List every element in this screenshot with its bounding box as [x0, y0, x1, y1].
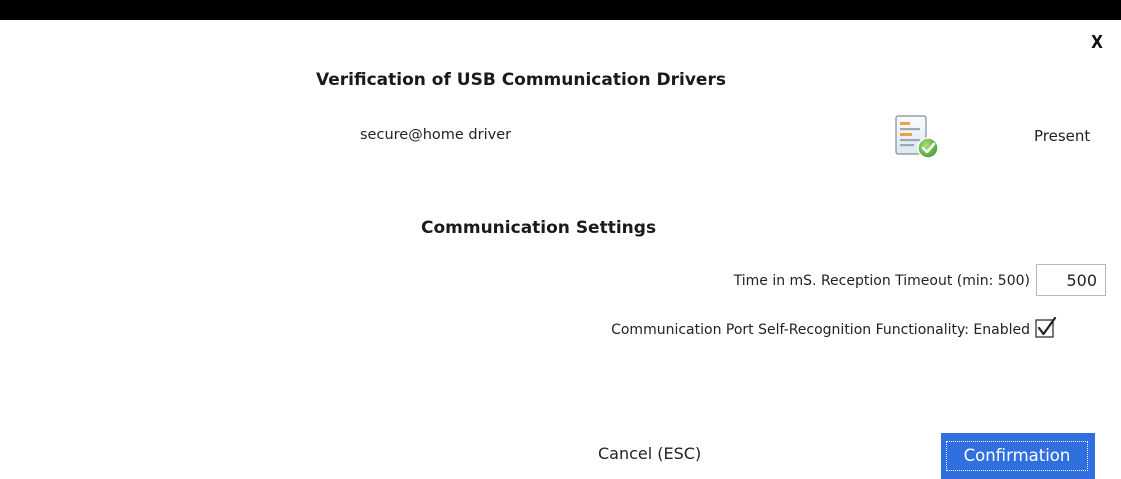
document-check-icon: [892, 114, 942, 162]
confirm-button-label: Confirmation: [946, 441, 1088, 471]
cancel-button[interactable]: Cancel (ESC): [598, 444, 701, 463]
driver-name: secure@home driver: [360, 127, 512, 143]
driver-status: Present: [1034, 127, 1091, 145]
settings-title: Communication Settings: [421, 218, 657, 238]
top-bar: [0, 0, 1121, 20]
close-button[interactable]: X: [1088, 31, 1107, 55]
self-recognition-label: Communication Port Self-Recognition Func…: [611, 322, 1030, 338]
confirm-button[interactable]: Confirmation: [941, 433, 1095, 479]
checkmark-icon: [1035, 316, 1057, 338]
timeout-input[interactable]: [1036, 264, 1106, 296]
timeout-label: Time in mS. Reception Timeout (min: 500): [733, 273, 1030, 289]
dialog-title: Verification of USB Communication Driver…: [316, 70, 726, 90]
self-recognition-checkbox[interactable]: [1035, 316, 1057, 339]
